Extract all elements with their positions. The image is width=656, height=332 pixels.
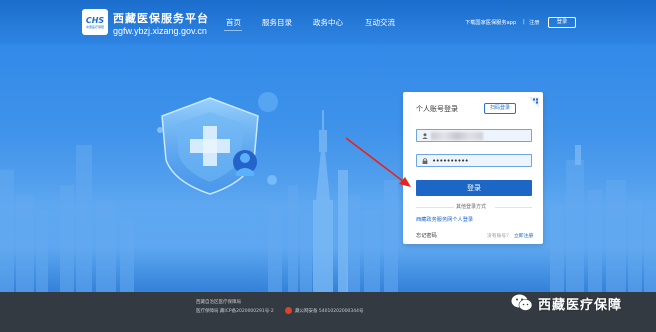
watermark-text: 西藏医疗保障 xyxy=(538,298,623,313)
police-badge-icon xyxy=(285,307,292,314)
wechat-watermark-icon xyxy=(511,294,533,311)
footer-police-record[interactable]: 藏公网安备 54010202000344号 xyxy=(295,308,364,314)
page-root: CHS 中国医疗保障 西藏医保服务平台 ggfw.ybzj.xizang.gov… xyxy=(0,0,656,332)
footer-icp[interactable]: 医疗保障局 藏ICP备2020000291号-2 xyxy=(196,308,274,314)
red-arrow-annotation xyxy=(345,137,411,187)
footer-org: 西藏自治区医疗保障局 xyxy=(196,300,241,305)
